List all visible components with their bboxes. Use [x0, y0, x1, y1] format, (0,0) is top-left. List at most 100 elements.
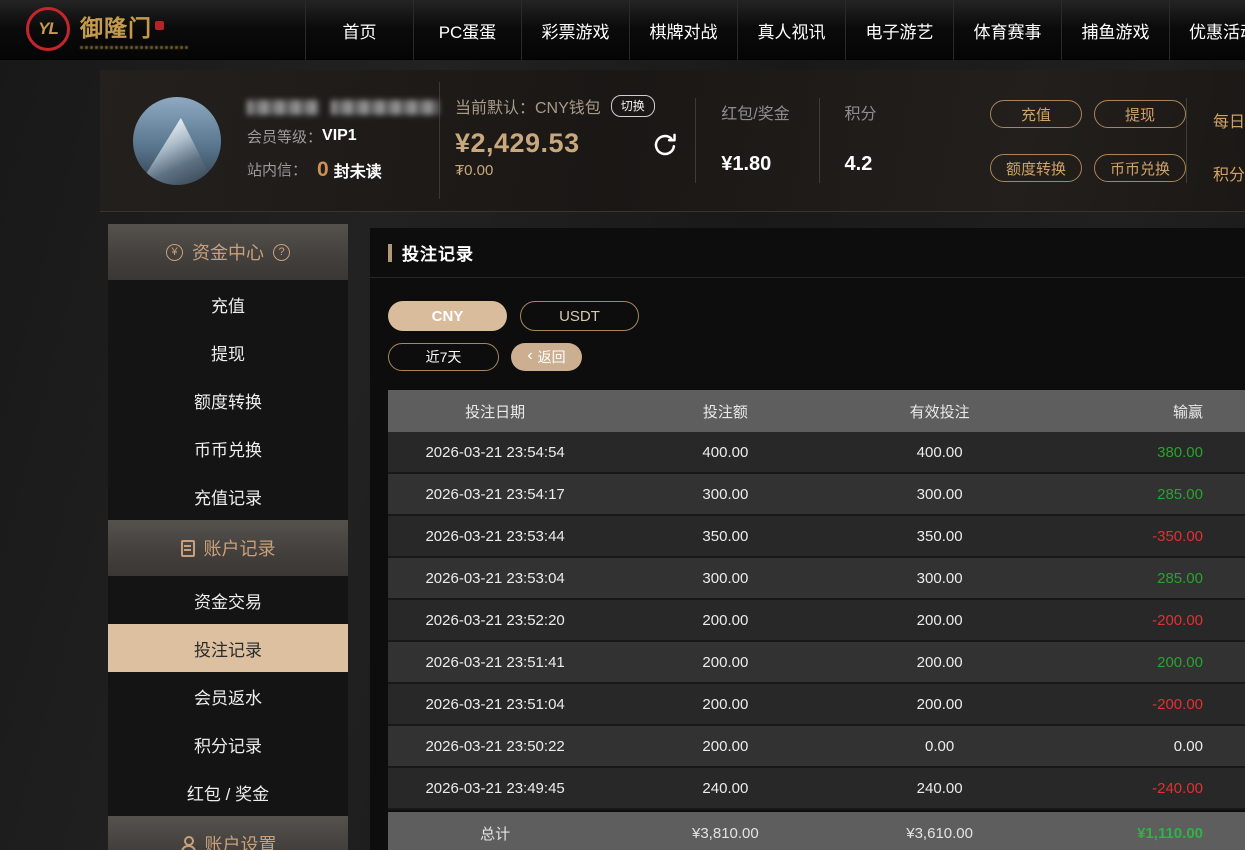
refresh-icon[interactable] — [651, 132, 679, 160]
nav-item-promotions[interactable]: 优惠活动 — [1169, 0, 1245, 60]
table-row: 2026-03-21 23:53:04 300.00 300.00 285.00 — [388, 558, 1245, 600]
cell-valid: 300.00 — [833, 486, 1047, 503]
col-header-winloss: 输赢 — [1031, 401, 1245, 422]
logo-seal-icon — [155, 21, 164, 30]
wallet-section: 当前默认：CNY钱包 切换 ¥2,429.53 ₮0.00 — [440, 70, 695, 211]
inbox-label: 站内信： — [247, 159, 307, 180]
nav-item-slots[interactable]: 电子游艺 — [845, 0, 953, 60]
sidebar-section-account-records[interactable]: 账户记录 — [108, 520, 348, 576]
sidebar-item-fund-transactions[interactable]: 资金交易 — [108, 576, 348, 624]
clipped-text-points: 积分 — [1213, 161, 1245, 185]
cell-bet: 300.00 — [618, 486, 832, 503]
cell-bet: 200.00 — [618, 696, 832, 713]
help-icon[interactable]: ? — [273, 244, 290, 261]
footer-total-valid: ¥3,610.00 — [833, 825, 1047, 842]
nav-item-live-casino[interactable]: 真人视讯 — [737, 0, 845, 60]
cell-date: 2026-03-21 23:54:54 — [388, 444, 602, 461]
sidebar-section-title: 账户设置 — [205, 831, 277, 850]
cell-winloss: 0.00 — [1031, 738, 1245, 755]
sidebar-section-title: 账户记录 — [204, 535, 276, 561]
cell-bet: 400.00 — [618, 444, 832, 461]
cell-date: 2026-03-21 23:50:22 — [388, 738, 602, 755]
deposit-button[interactable]: 充值 — [990, 100, 1082, 128]
cell-winloss: 200.00 — [1031, 654, 1245, 671]
table-row: 2026-03-21 23:54:17 300.00 300.00 285.00 — [388, 474, 1245, 516]
title-accent-bar — [388, 244, 392, 262]
nav-item-boardgames[interactable]: 棋牌对战 — [629, 0, 737, 60]
sidebar-item-withdraw[interactable]: 提现 — [108, 328, 348, 376]
cell-valid: 200.00 — [833, 696, 1047, 713]
cell-date: 2026-03-21 23:49:45 — [388, 780, 602, 797]
brand-name: 御隆门 — [80, 9, 152, 43]
table-row: 2026-03-21 23:51:04 200.00 200.00 -200.0… — [388, 684, 1245, 726]
nav-item-fishing[interactable]: 捕鱼游戏 — [1061, 0, 1169, 60]
tab-usdt[interactable]: USDT — [520, 301, 639, 331]
nav-item-sports[interactable]: 体育赛事 — [953, 0, 1061, 60]
cell-bet: 350.00 — [618, 528, 832, 545]
cell-valid: 200.00 — [833, 654, 1047, 671]
main-content: 投注记录 CNY USDT 近7天 ‹ 返回 投注日期 投注额 有效投注 输赢 — [370, 228, 1245, 850]
sidebar: ¥ 资金中心 ? 充值 提现 额度转换 币币兑换 充值记录 账户记录 资金交易 … — [108, 224, 348, 850]
date-range-button[interactable]: 近7天 — [388, 343, 499, 371]
balance-secondary: ₮0.00 — [455, 162, 695, 179]
sidebar-section-title: 资金中心 — [192, 239, 264, 265]
sidebar-section-account-settings[interactable]: 账户设置 — [108, 816, 348, 850]
cell-valid: 400.00 — [833, 444, 1047, 461]
cell-winloss: -200.00 — [1031, 696, 1245, 713]
nav-item-home[interactable]: 首页 — [305, 0, 413, 60]
table-row: 2026-03-21 23:54:54 400.00 400.00 380.00 — [388, 432, 1245, 474]
cell-date: 2026-03-21 23:51:04 — [388, 696, 602, 713]
nav-item-pcdandan[interactable]: PC蛋蛋 — [413, 0, 521, 60]
tab-cny[interactable]: CNY — [388, 301, 507, 331]
sidebar-item-deposit-records[interactable]: 充值记录 — [108, 472, 348, 520]
sidebar-section-funds-center[interactable]: ¥ 资金中心 ? — [108, 224, 348, 280]
wallet-default-label: 当前默认：CNY钱包 — [455, 94, 601, 118]
points-value: 4.2 — [845, 153, 935, 176]
cell-valid: 200.00 — [833, 612, 1047, 629]
username-blur-block — [247, 100, 319, 115]
username-blur-block — [331, 100, 439, 115]
screen: YL 御隆门 首页 PC蛋蛋 彩票游戏 棋牌对战 真人视讯 电子游艺 体育赛事 … — [0, 0, 1245, 850]
col-header-bet: 投注额 — [618, 401, 832, 422]
col-header-valid: 有效投注 — [833, 401, 1047, 422]
bet-records-table: 投注日期 投注额 有效投注 输赢 2026-03-21 23:54:54 400… — [388, 390, 1245, 850]
coin-exchange-button[interactable]: 币币兑换 — [1094, 154, 1186, 182]
wallet-switch-button[interactable]: 切换 — [611, 95, 655, 117]
points-label: 积分 — [845, 100, 935, 124]
sidebar-item-coin-exchange[interactable]: 币币兑换 — [108, 424, 348, 472]
points-section: 积分 4.2 — [820, 70, 935, 211]
inbox-unread-count[interactable]: 0 — [317, 158, 329, 182]
quota-transfer-button[interactable]: 额度转换 — [990, 154, 1082, 182]
cell-date: 2026-03-21 23:54:17 — [388, 486, 602, 503]
withdraw-button[interactable]: 提现 — [1094, 100, 1186, 128]
page-title: 投注记录 — [402, 240, 474, 265]
table-row: 2026-03-21 23:50:22 200.00 0.00 0.00 — [388, 726, 1245, 768]
nav-menu: 首页 PC蛋蛋 彩票游戏 棋牌对战 真人视讯 电子游艺 体育赛事 捕鱼游戏 优惠… — [305, 0, 1245, 60]
footer-total-winloss: ¥1,110.00 — [1031, 825, 1245, 842]
cell-bet: 200.00 — [618, 738, 832, 755]
sidebar-item-redpacket-bonus[interactable]: 红包 / 奖金 — [108, 768, 348, 816]
right-clipped-section: 每日 积分 — [1213, 70, 1245, 211]
cell-winloss: -350.00 — [1031, 528, 1245, 545]
nav-item-lottery[interactable]: 彩票游戏 — [521, 0, 629, 60]
cell-date: 2026-03-21 23:52:20 — [388, 612, 602, 629]
logo-emblem-icon: YL — [26, 7, 70, 51]
cell-bet: 200.00 — [618, 612, 832, 629]
panel-divider — [1186, 98, 1187, 183]
sidebar-item-points-records[interactable]: 积分记录 — [108, 720, 348, 768]
cell-winloss: -200.00 — [1031, 612, 1245, 629]
cell-valid: 240.00 — [833, 780, 1047, 797]
sidebar-item-quota-transfer[interactable]: 额度转换 — [108, 376, 348, 424]
user-icon — [180, 836, 196, 850]
table-row: 2026-03-21 23:49:45 240.00 240.00 -240.0… — [388, 768, 1245, 810]
cell-valid: 0.00 — [833, 738, 1047, 755]
sidebar-item-deposit[interactable]: 充值 — [108, 280, 348, 328]
cell-winloss: 380.00 — [1031, 444, 1245, 461]
col-header-date: 投注日期 — [388, 401, 602, 422]
sidebar-item-member-rebate[interactable]: 会员返水 — [108, 672, 348, 720]
sidebar-item-bet-records[interactable]: 投注记录 — [108, 624, 348, 672]
cell-valid: 300.00 — [833, 570, 1047, 587]
back-button[interactable]: ‹ 返回 — [511, 343, 582, 371]
brand-logo[interactable]: YL 御隆门 — [26, 7, 188, 51]
avatar[interactable] — [133, 97, 221, 185]
